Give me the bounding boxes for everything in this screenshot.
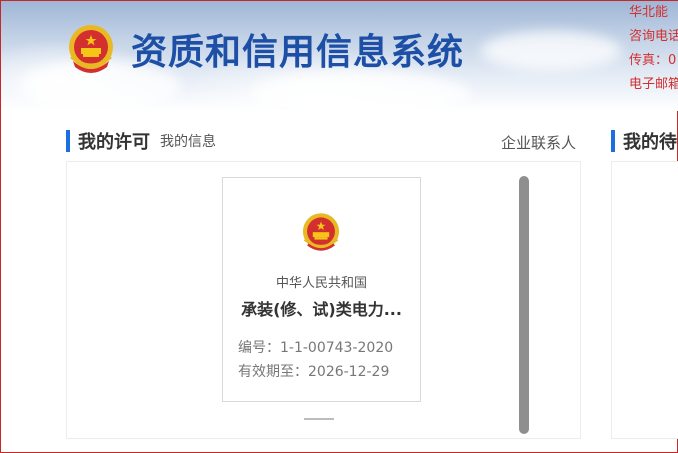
contact-line: 电子邮箱 [629, 77, 678, 92]
system-title: 资质和信用信息系统 [131, 31, 465, 73]
license-card[interactable]: 中华人民共和国 承装(修、试)类电力... 编号：1-1-00743-2020 … [222, 177, 421, 402]
national-emblem-icon [302, 213, 340, 251]
my-pending-title[interactable]: 我的待 [623, 128, 677, 154]
tab-my-info[interactable]: 我的信息 [160, 131, 216, 151]
my-license-title[interactable]: 我的许可 [78, 128, 150, 154]
contact-line: 华北能 [629, 5, 669, 20]
carousel-indicator[interactable] [304, 418, 334, 420]
enterprise-contact-link[interactable]: 企业联系人 [501, 132, 576, 153]
pending-panel [611, 161, 678, 439]
card-country: 中华人民共和国 [275, 276, 367, 291]
my-license-section-header: 我的许可 我的信息 [66, 129, 216, 153]
license-name: 承装(修、试)类电力... [241, 300, 402, 319]
contact-info: 华北能 咨询电话 传真：0 电子邮箱 [629, 1, 678, 97]
header-banner: 资质和信用信息系统 华北能 咨询电话 传真：0 电子邮箱 [1, 1, 678, 111]
section-accent-bar [611, 130, 615, 152]
license-number: 编号：1-1-00743-2020 [238, 340, 394, 356]
scrollbar-thumb[interactable] [519, 176, 529, 434]
section-accent-bar [66, 130, 70, 152]
national-emblem-icon [69, 25, 113, 73]
license-panel: 中华人民共和国 承装(修、试)类电力... 编号：1-1-00743-2020 … [66, 161, 581, 439]
license-expiry: 有效期至：2026-12-29 [238, 364, 390, 380]
my-pending-section-header: 我的待 [611, 129, 677, 153]
contact-line: 咨询电话 [629, 29, 678, 44]
contact-line: 传真：0 [629, 53, 677, 68]
